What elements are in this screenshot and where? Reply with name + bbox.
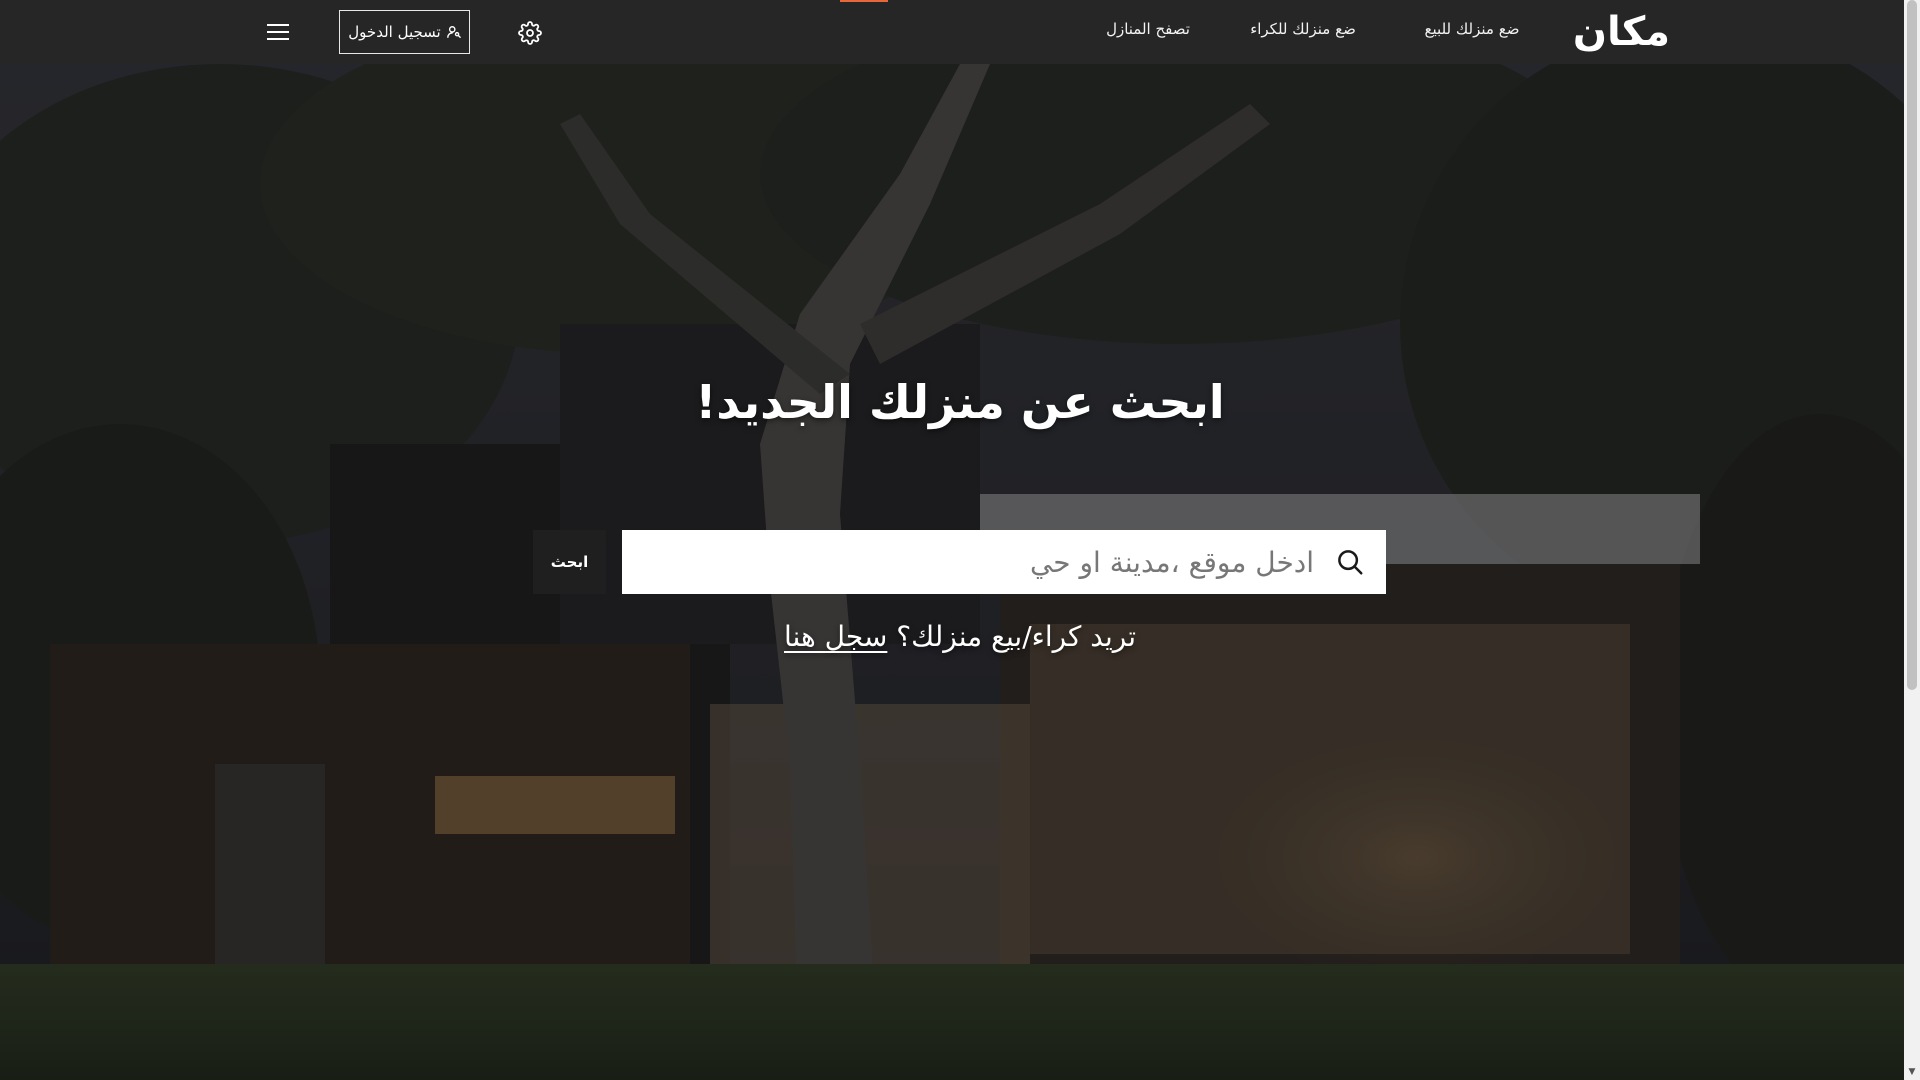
scrollbar-thumb[interactable] xyxy=(1907,0,1917,690)
search-icon xyxy=(1314,530,1386,594)
page-scrollbar[interactable]: ▼ xyxy=(1904,0,1920,1080)
search-button[interactable]: ابحث xyxy=(533,530,606,594)
register-here-link[interactable]: سجل هنا xyxy=(784,620,887,653)
nav-link-rent-home[interactable]: ضع منزلك للكراء xyxy=(1244,20,1362,44)
hamburger-menu-icon xyxy=(266,23,290,41)
settings-button[interactable] xyxy=(514,17,546,49)
hero-headline: ابحث عن منزلك الجديد! xyxy=(695,375,1225,429)
nav-link-sell-home[interactable]: ضع منزلك للبيع xyxy=(1412,20,1532,44)
top-navigation-bar: مكان ضع منزلك للبيع ضع منزلك للكراء تصفح… xyxy=(0,0,1904,64)
user-key-icon xyxy=(446,25,461,39)
hamburger-menu-button[interactable] xyxy=(264,18,292,46)
register-cta: تريد كراء/بيع منزلك؟ سجل هنا xyxy=(660,614,1260,660)
search-bar xyxy=(622,530,1386,594)
login-button[interactable]: تسجيل الدخول xyxy=(339,10,470,54)
register-cta-text: تريد كراء/بيع منزلك؟ xyxy=(896,620,1137,653)
nav-link-browse-homes[interactable]: تصفح المنازل xyxy=(1094,20,1202,44)
gear-icon xyxy=(518,21,542,45)
location-search-input[interactable] xyxy=(622,530,1314,594)
site-logo[interactable]: مكان xyxy=(1558,6,1670,58)
scroll-down-arrow-icon[interactable]: ▼ xyxy=(1904,1064,1920,1080)
active-indicator xyxy=(840,0,888,2)
login-label: تسجيل الدخول xyxy=(348,23,441,41)
